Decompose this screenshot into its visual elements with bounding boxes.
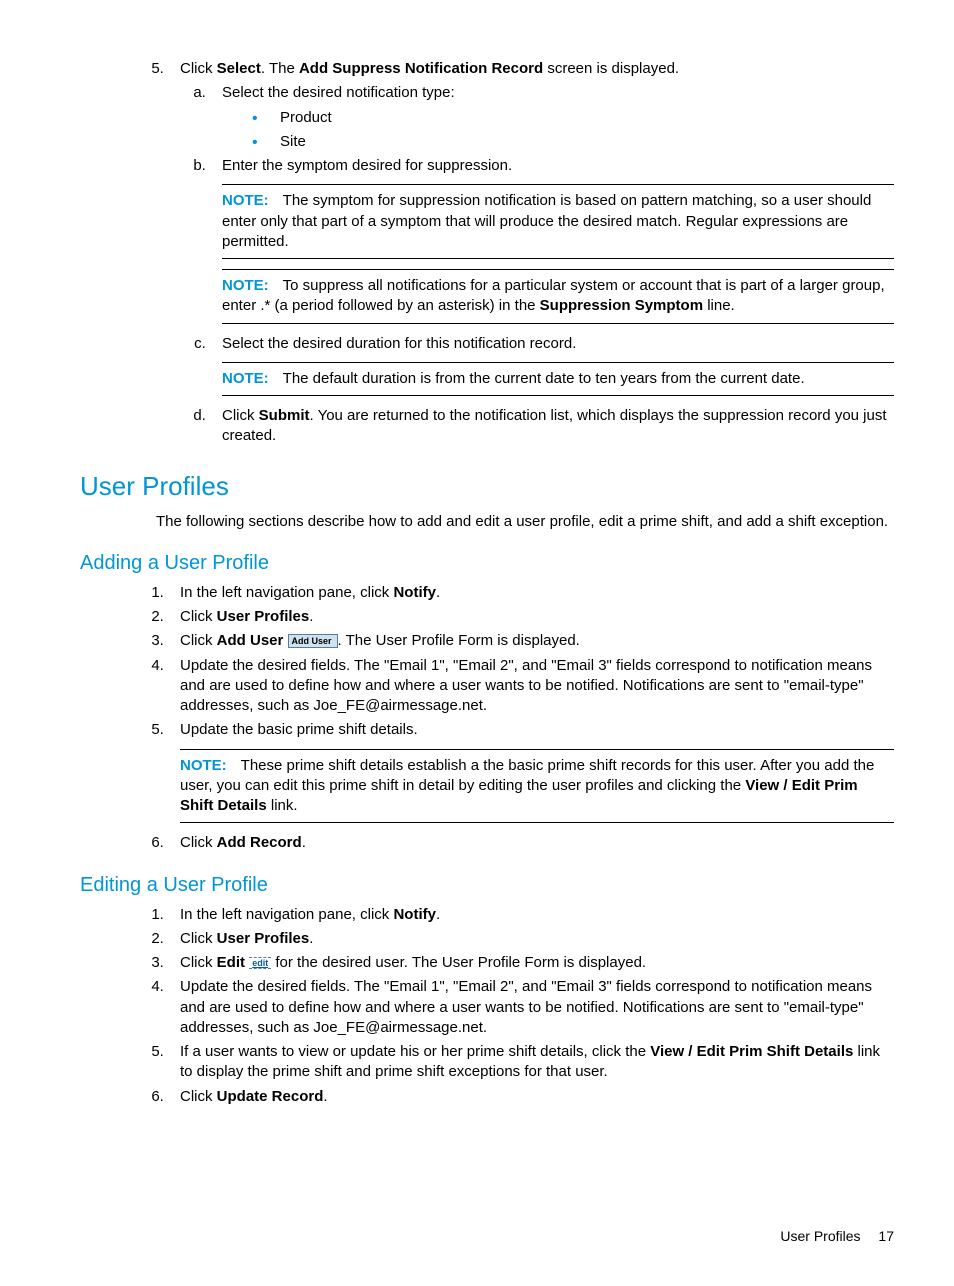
bullet-product: Product [252, 108, 894, 128]
note-text: line. [703, 297, 735, 314]
heading-adding: Adding a User Profile [80, 550, 894, 577]
bold-submit: Submit [259, 407, 310, 424]
edit-step-2: Click User Profiles. [168, 929, 894, 949]
text: Click [180, 632, 217, 649]
bullet-site: Site [252, 132, 894, 152]
bold-notify: Notify [393, 584, 436, 601]
add-step-3: Click Add User Add User. The User Profil… [168, 631, 894, 651]
text: Click [180, 60, 217, 77]
text: . The User Profile Form is displayed. [338, 632, 580, 649]
substep-c: Select the desired duration for this not… [210, 334, 894, 397]
bold-user-profiles: User Profiles [217, 930, 310, 947]
text: Select the desired duration for this not… [222, 335, 576, 352]
note-text: The default duration is from the current… [283, 370, 805, 387]
text: . The [261, 60, 299, 77]
text: Enter the symptom desired for suppressio… [222, 157, 512, 174]
text: Click [222, 407, 259, 424]
note-text: link. [267, 797, 298, 814]
text: . You are returned to the notification l… [222, 407, 887, 444]
text: . [436, 906, 440, 923]
edit-link-icon: edit [249, 957, 271, 969]
note-box: NOTE:These prime shift details establish… [180, 749, 894, 824]
text: screen is displayed. [543, 60, 679, 77]
bold-screen-name: Add Suppress Notification Record [299, 60, 543, 77]
add-user-button-icon: Add User [288, 634, 338, 648]
note-label: NOTE: [222, 277, 269, 294]
note-label: NOTE: [222, 192, 269, 209]
add-step-1: In the left navigation pane, click Notif… [168, 583, 894, 603]
note-text: The symptom for suppression notification… [222, 192, 871, 250]
substep-b: Enter the symptom desired for suppressio… [210, 156, 894, 324]
bold-link-text: View / Edit Prim Shift Details [650, 1043, 853, 1060]
add-step-2: Click User Profiles. [168, 607, 894, 627]
text: . [309, 930, 313, 947]
text: . [323, 1088, 327, 1105]
text: In the left navigation pane, click [180, 584, 393, 601]
bold-update-record: Update Record [217, 1088, 324, 1105]
edit-step-4: Update the desired fields. The "Email 1"… [168, 977, 894, 1038]
footer-page-number: 17 [878, 1228, 894, 1244]
bold-select: Select [217, 60, 261, 77]
bold-edit: Edit [217, 954, 245, 971]
add-step-4: Update the desired fields. The "Email 1"… [168, 656, 894, 717]
text: Site [280, 133, 306, 150]
text: . [302, 834, 306, 851]
note-box: NOTE:The symptom for suppression notific… [222, 184, 894, 259]
substep-d: Click Submit. You are returned to the no… [210, 406, 894, 447]
intro-text: The following sections describe how to a… [156, 512, 894, 532]
bold-user-profiles: User Profiles [217, 608, 310, 625]
text: . [436, 584, 440, 601]
edit-step-1: In the left navigation pane, click Notif… [168, 905, 894, 925]
step-text: Click Select. The Add Suppress Notificat… [180, 60, 679, 77]
bold-notify: Notify [393, 906, 436, 923]
text: Click [180, 954, 217, 971]
page-footer: User Profiles 17 [80, 1227, 894, 1246]
note-box: NOTE:To suppress all notifications for a… [222, 269, 894, 324]
step-5: Click Select. The Add Suppress Notificat… [168, 59, 894, 447]
text: Select the desired notification type: [222, 84, 455, 101]
edit-step-5: If a user wants to view or update his or… [168, 1042, 894, 1083]
note-label: NOTE: [180, 757, 227, 774]
add-step-6: Click Add Record. [168, 833, 894, 853]
text: If a user wants to view or update his or… [180, 1043, 650, 1060]
heading-user-profiles: User Profiles [80, 469, 894, 504]
edit-step-6: Click Update Record. [168, 1087, 894, 1107]
text: Update the basic prime shift details. [180, 721, 418, 738]
text: Product [280, 109, 332, 126]
text: . [309, 608, 313, 625]
bold-add-user: Add User [217, 632, 284, 649]
bold-add-record: Add Record [217, 834, 302, 851]
note-box: NOTE: The default duration is from the cu… [222, 362, 894, 396]
text: Click [180, 1088, 217, 1105]
text: In the left navigation pane, click [180, 906, 393, 923]
bold-text: Suppression Symptom [540, 297, 703, 314]
note-label: NOTE: [222, 370, 269, 387]
footer-section: User Profiles [780, 1228, 860, 1244]
text: Click [180, 834, 217, 851]
text: Click [180, 608, 217, 625]
text: for the desired user. The User Profile F… [271, 954, 646, 971]
add-step-5: Update the basic prime shift details. NO… [168, 720, 894, 823]
edit-step-3: Click Edit edit for the desired user. Th… [168, 953, 894, 973]
heading-editing: Editing a User Profile [80, 872, 894, 899]
text: Click [180, 930, 217, 947]
substep-a: Select the desired notification type: Pr… [210, 83, 894, 152]
